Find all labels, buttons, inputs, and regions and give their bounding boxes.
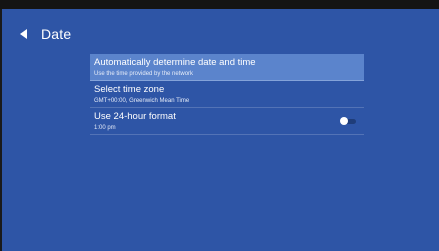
settings-list: Automatically determine date and time Us… <box>90 54 364 135</box>
24-hour-format-title: Use 24-hour format <box>94 111 176 122</box>
settings-screen: Date Automatically determine date and ti… <box>0 9 439 251</box>
header: Date <box>19 24 71 44</box>
24-hour-format-toggle[interactable] <box>340 117 356 125</box>
time-zone-item[interactable]: Select time zone GMT+00:00, Greenwich Me… <box>90 81 364 108</box>
time-zone-title: Select time zone <box>94 84 165 95</box>
24-hour-format-item[interactable]: Use 24-hour format 1:00 pm <box>90 108 364 135</box>
auto-date-time-subtitle: Use the time provided by the network <box>94 71 194 77</box>
time-zone-subtitle: GMT+00:00, Greenwich Mean Time <box>94 98 190 104</box>
auto-date-time-title: Automatically determine date and time <box>94 57 256 68</box>
auto-date-time-item[interactable]: Automatically determine date and time Us… <box>90 54 364 81</box>
24-hour-format-subtitle: 1:00 pm <box>94 125 116 131</box>
back-arrow-icon[interactable] <box>19 28 29 40</box>
toggle-knob <box>340 117 348 125</box>
page-title: Date <box>41 26 72 42</box>
